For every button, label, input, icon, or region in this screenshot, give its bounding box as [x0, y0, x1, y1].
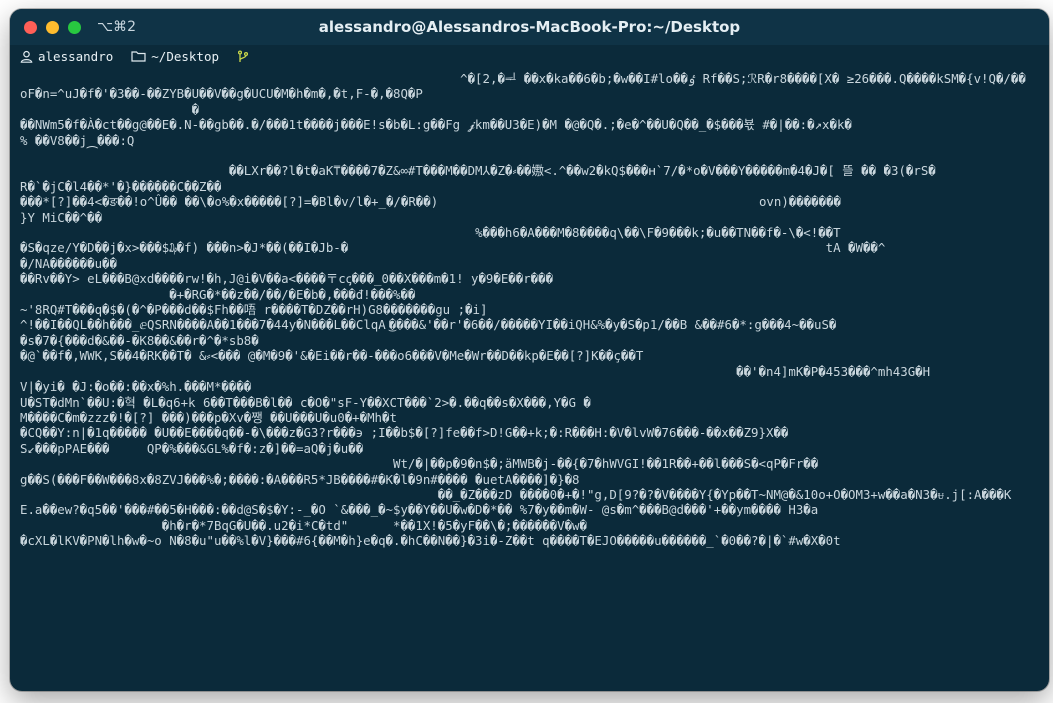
close-button[interactable]: [24, 20, 37, 34]
terminal-line: M����C�m�zzz�!�[?] ���)���p�Xv�쨍 ��U���U…: [20, 409, 397, 425]
user-icon: [20, 50, 33, 63]
terminal-line: R�`�jC�l4��*'�}������C��Z��: [20, 178, 222, 194]
window-title: alessandro@Alessandros-MacBook-Pro:~/Des…: [318, 18, 741, 36]
terminal-line: �: [20, 101, 200, 117]
terminal-line: �s�7�{���d�&��-�K8��&��r�^�*sb8�: [20, 332, 259, 348]
terminal-line: ��'�n4]mK�P�453���^mh43G�H: [20, 363, 931, 379]
terminal-line: S↙���pPAE��� QP�%���&GL%�f�:z�]��=aQ�j�u…: [20, 440, 364, 456]
traffic-lights: [24, 20, 81, 34]
terminal-line: ���*[?]��4<�ङ��!o^Û�� ��\�o%�x�����[?]=�…: [20, 194, 842, 210]
terminal-line: �S�qze/Y�D��j�x>���$₯�f) ���n>�J*��(��I�…: [20, 240, 886, 256]
terminal-line: % ��V8��j⁔���:Q: [20, 132, 135, 148]
terminal-line: %���h6�A���M�8����q\��\F�9���k;�u��TN��f…: [20, 225, 841, 241]
terminal-line: Wt/�|��p�9�n$�;äMWB�j-��{�7�hWVGI!��1R��…: [20, 456, 819, 472]
terminal-window: ⌥⌘2 alessandro@Alessandros-MacBook-Pro:~…: [10, 9, 1049, 691]
current-directory: ~/Desktop: [151, 48, 219, 64]
git-branch-icon: [237, 49, 249, 63]
terminal-line: ��LXr��?l�t�aK⍑����7�Z&∞#T���M��DM⅄�Z�⸗�…: [20, 163, 936, 179]
terminal-line: �@`��f�,WWK,S��4�RK��T� &⸗<��� @�M�9�'&�…: [20, 348, 644, 364]
terminal-output[interactable]: ^�[2,�ᆗ ��x�ka��6�b;�w��I#lo��ٶ Rf��S;ℛR…: [10, 67, 1049, 691]
user-segment: alessandro: [20, 49, 113, 64]
title-bar[interactable]: ⌥⌘2 alessandro@Alessandros-MacBook-Pro:~…: [10, 9, 1049, 45]
terminal-line: ��Rv��Y> eL���B@xd����rw!�h,J@i�V��a<���…: [20, 271, 554, 287]
folder-icon: [131, 50, 146, 62]
session-info-bar: alessandro ~/Desktop: [10, 45, 1049, 67]
terminal-line: E.a��ew?�q5��'���#��5�H���:��d@S�$�Y:-_�…: [20, 502, 819, 518]
terminal-line: ��NWm5�f�À�ct��g@��E�.N-��gb��.�/���1t��…: [20, 117, 852, 133]
terminal-line: g��S(���F��W���8x�8ZVJ���%�;����:�A���R5…: [20, 471, 580, 487]
terminal-line: �CQ��Y:n|�1q����� �U��E����q��-�\���z�G3…: [20, 425, 789, 441]
user-name: alessandro: [38, 48, 114, 64]
terminal-line: ��_�Z���zD ����0�+�!"g,D[9?�?�V����Y{�Yp…: [20, 486, 1012, 502]
window-shortcut-label: ⌥⌘2: [97, 19, 137, 35]
terminal-line: �h�r�*7BqG�U��.u2�i*C�td" *��1X!�5�yF��\…: [20, 517, 587, 533]
terminal-line: ~'8RQ#T���q�$�(�^�P���d��$Fh��唔 r����T�D…: [20, 302, 488, 318]
terminal-line: �+�RG�*��z��/��/�E�b�,���đ!���%��: [20, 286, 416, 302]
terminal-line: �/NA������u��: [20, 255, 117, 271]
zoom-button[interactable]: [68, 20, 81, 34]
terminal-line: oF�n=^uJ�f�'�3��-��ZYB�U��V��g�UCU�M�h�m…: [20, 86, 423, 102]
minimize-button[interactable]: [46, 20, 59, 34]
terminal-line: ^!��I��QL��h���_ⅇQSRN����A��1���7�44y�N�…: [20, 317, 837, 333]
directory-segment: ~/Desktop: [131, 49, 219, 64]
terminal-line: V|�yi� �J:�o��:��x�%h.���M*����: [20, 379, 252, 395]
terminal-line: ^�[2,�ᆗ ��x�ka��6�b;�w��I#lo��ٶ Rf��S;ℛR…: [20, 71, 1026, 86]
terminal-line: �cXL�lKV�PN�lh�w�~o N�8�u"u��%l�V}���#6{…: [20, 533, 841, 549]
terminal-line: }Y MiC��^��: [20, 209, 103, 225]
terminal-line: U�ST�dMn`��U:�혁 �L�q6+k 6��T���B�l�� c�O…: [20, 394, 591, 410]
